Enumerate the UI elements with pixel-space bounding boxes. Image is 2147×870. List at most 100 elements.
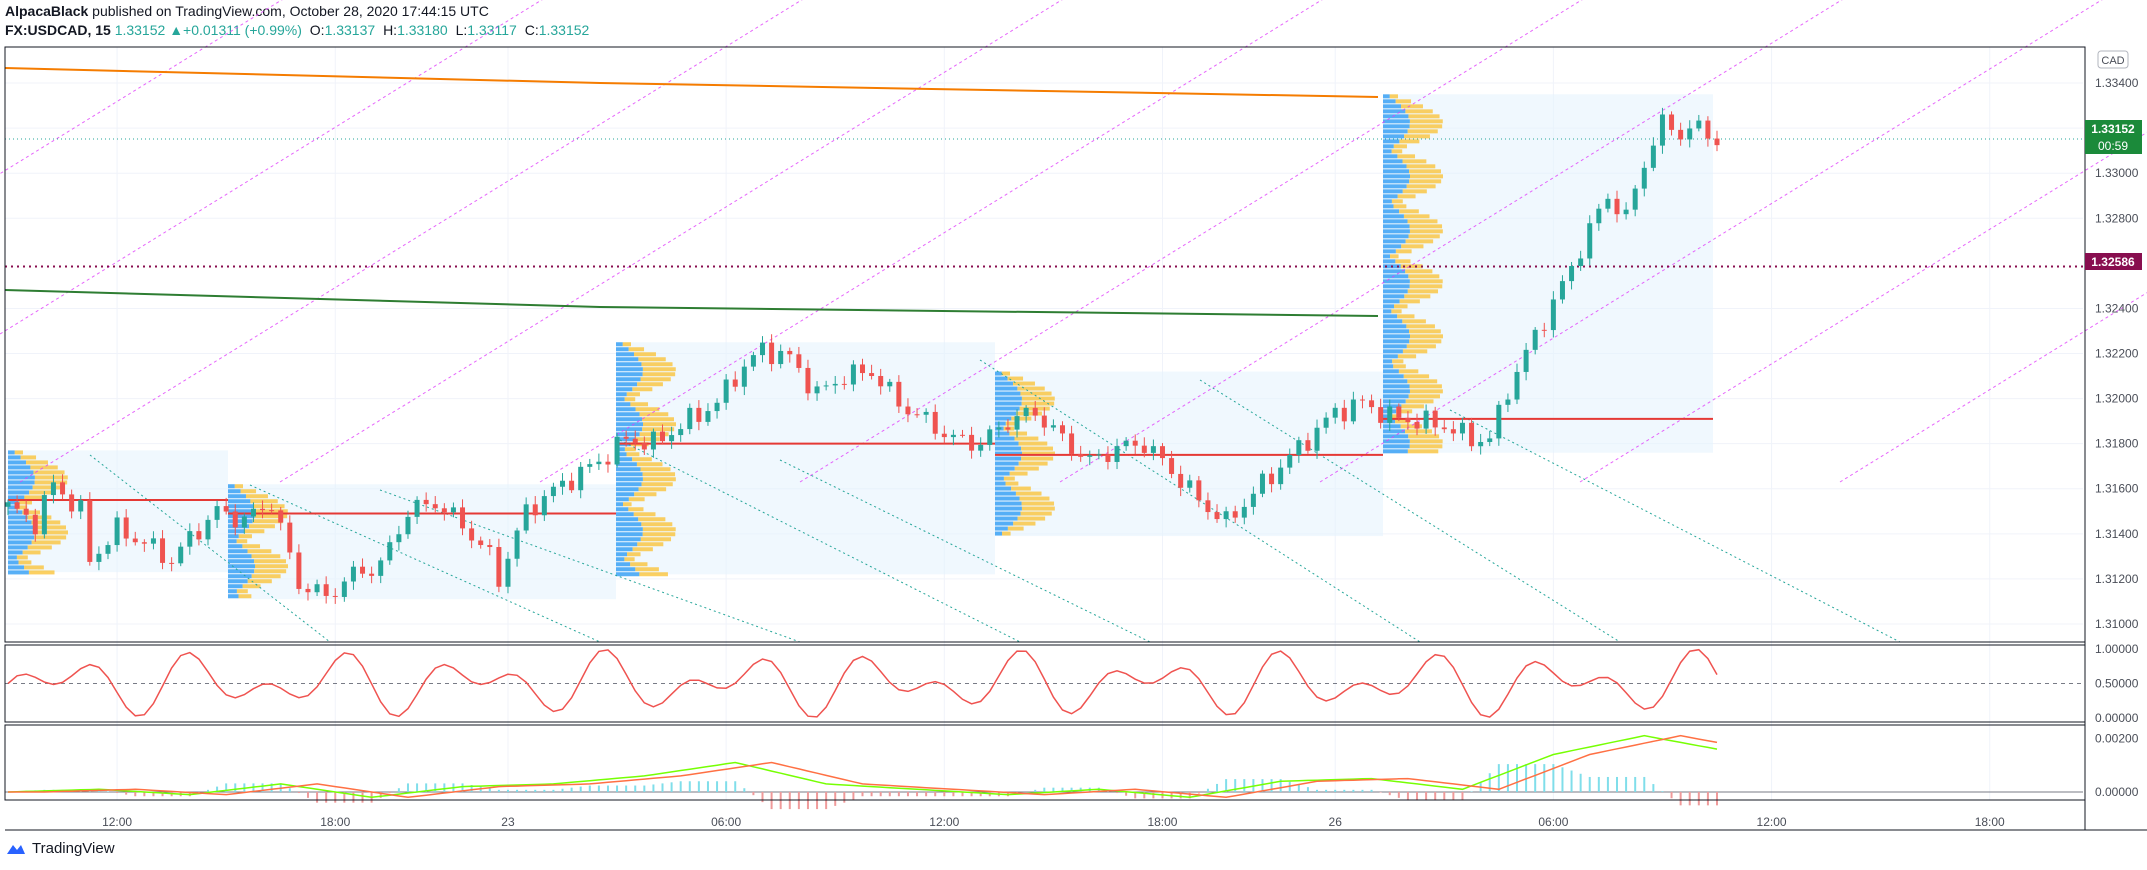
candle-up	[1623, 209, 1629, 215]
tradingview-logo[interactable]: TradingView	[6, 840, 115, 857]
candle-down	[132, 538, 138, 543]
candle-down	[1359, 399, 1365, 401]
volume-bar-yellow	[640, 467, 671, 472]
volume-bar-yellow	[1394, 304, 1408, 309]
candle-down	[260, 508, 266, 511]
volume-bar-yellow	[28, 570, 55, 575]
volume-bar-blue	[995, 456, 1022, 461]
volume-bar-blue	[995, 381, 1013, 386]
candle-down	[123, 517, 129, 539]
candle-down	[1205, 500, 1211, 513]
volume-bar-blue	[1383, 444, 1410, 449]
price-tick-label: 1.31000	[2095, 617, 2139, 631]
volume-bar-yellow	[1012, 381, 1035, 386]
volume-bar-blue	[8, 475, 35, 480]
candle-up	[1387, 406, 1393, 423]
volume-bar-yellow	[642, 427, 675, 432]
volume-bar-yellow	[1021, 501, 1055, 506]
volume-bar-blue	[995, 471, 1010, 476]
volume-bar-yellow	[1013, 521, 1036, 526]
volume-bar-yellow	[642, 527, 676, 532]
volume-bar-blue	[1383, 224, 1410, 229]
volume-bar-yellow	[642, 477, 676, 482]
candle-down	[1232, 511, 1238, 518]
volume-bar-yellow	[628, 347, 645, 352]
volume-bar-blue	[995, 376, 1008, 381]
candle-up	[178, 546, 184, 564]
volume-bar-blue	[1383, 124, 1410, 129]
candle-up	[205, 519, 211, 540]
volume-bar-yellow	[1021, 446, 1053, 451]
volume-bar-yellow	[1397, 314, 1415, 319]
volume-bar-yellow	[1399, 299, 1420, 304]
volume-bar-yellow	[1409, 329, 1441, 334]
volume-bar-blue	[1383, 194, 1398, 199]
candle-up	[1559, 281, 1565, 300]
volume-bar-blue	[8, 515, 28, 520]
volume-bar-blue	[1383, 379, 1408, 384]
volume-bar-yellow	[1397, 194, 1416, 199]
time-axis[interactable]: 12:00 18:00 23 06:00 12:00 18:00 26 06:00 12:00 1…	[102, 815, 2147, 829]
candle-down	[1132, 440, 1138, 446]
volume-bar-yellow	[1009, 471, 1028, 476]
chart-canvas[interactable]: 1.334001.332001.330001.328001.324001.322…	[0, 0, 2147, 870]
volume-bar-yellow	[1409, 169, 1441, 174]
volume-bar-blue	[228, 554, 252, 559]
volume-bar-yellow	[236, 539, 248, 544]
volume-bar-yellow	[1409, 224, 1443, 229]
volume-bar-yellow	[1406, 164, 1436, 169]
volume-bar-yellow	[1409, 279, 1443, 284]
candle-up	[1650, 145, 1656, 168]
candle-down	[269, 510, 275, 512]
volume-bar-yellow	[1406, 324, 1435, 329]
volume-bar-yellow	[1402, 349, 1428, 354]
candle-down	[478, 540, 484, 546]
volume-profile-box	[1383, 94, 1713, 453]
candle-down	[641, 443, 647, 450]
time-tick-label: 18:00	[1147, 815, 1177, 829]
volume-bar-blue	[1383, 384, 1410, 389]
candle-down	[1059, 425, 1065, 434]
volume-bar-blue	[228, 549, 248, 554]
volume-bar-yellow	[247, 579, 272, 584]
volume-bar-yellow	[20, 455, 37, 460]
candle-up	[387, 542, 393, 561]
candle-down	[169, 562, 175, 564]
candle-up	[714, 402, 720, 412]
candle-down	[14, 502, 20, 509]
candle-down	[532, 504, 538, 516]
volume-bar-blue	[1383, 244, 1402, 249]
candle-up	[978, 444, 984, 451]
oscillator-tick-label: 0.50000	[2095, 677, 2139, 691]
candle-down	[959, 434, 965, 436]
volume-bar-blue	[616, 522, 642, 527]
candle-down	[369, 573, 375, 576]
candle-down	[1069, 433, 1075, 454]
candle-down	[1159, 446, 1165, 459]
candle-down	[696, 407, 702, 422]
candle-down	[1678, 129, 1684, 140]
candle-up	[678, 429, 684, 436]
candle-down	[1341, 407, 1347, 422]
volume-bar-yellow	[628, 497, 645, 502]
volume-bar-yellow	[642, 472, 676, 477]
volume-bar-blue	[616, 402, 631, 407]
volume-bar-blue	[228, 499, 251, 504]
candle-up	[114, 517, 120, 546]
volume-bar-yellow	[634, 492, 657, 497]
time-tick-label: 18:00	[1975, 815, 2005, 829]
volume-bar-blue	[1383, 449, 1408, 454]
candle-up	[1632, 188, 1638, 210]
candle-up	[96, 553, 102, 562]
volume-bar-yellow	[1399, 209, 1419, 214]
volume-bar-blue	[228, 589, 237, 594]
candle-down	[1305, 440, 1311, 451]
volume-bar-blue	[995, 526, 1008, 531]
price-axis[interactable]: 1.334001.332001.330001.328001.324001.322…	[2095, 76, 2139, 799]
candle-up	[923, 411, 929, 415]
volume-bar-yellow	[1011, 486, 1031, 491]
volume-bar-yellow	[1014, 436, 1039, 441]
volume-bar-yellow	[249, 524, 275, 529]
candle-up	[523, 504, 529, 531]
volume-bar-yellow	[1021, 506, 1055, 511]
